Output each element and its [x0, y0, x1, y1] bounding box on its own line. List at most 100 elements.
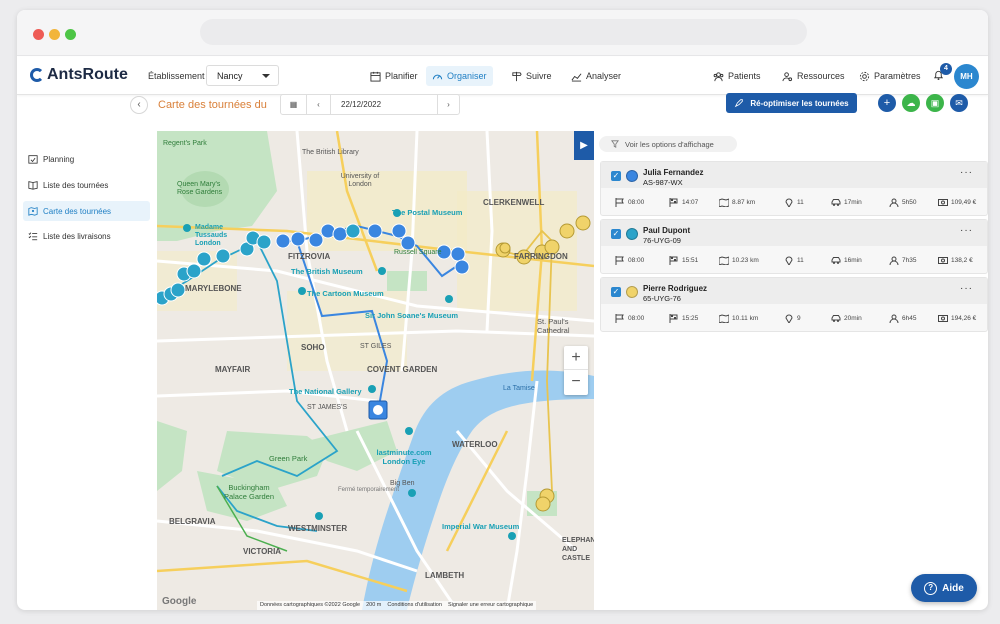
map-label: WESTMINSTER: [288, 524, 348, 533]
lock-icon[interactable]: ▣: [926, 94, 944, 112]
mail-icon[interactable]: ✉: [950, 94, 968, 112]
map-label: FARRINGDON: [514, 252, 568, 261]
tour-end-value: 14:07: [682, 199, 699, 206]
map-label: FITZROVIA: [288, 252, 331, 261]
add-button[interactable]: +: [878, 94, 896, 112]
map-label: LAMBETH: [425, 571, 465, 580]
display-options-button[interactable]: Voir les options d'affichage: [599, 136, 737, 152]
calendar-icon[interactable]: ▦: [281, 95, 307, 114]
map-label: BELGRAVIA: [169, 517, 216, 526]
users-icon: [713, 71, 724, 81]
nav-organiser[interactable]: Organiser: [426, 66, 493, 86]
sidebar-item-carte-tournees[interactable]: Carte des tournées: [23, 201, 150, 221]
nav-planifier[interactable]: Planifier: [364, 66, 424, 86]
reoptimize-button[interactable]: Ré-optimiser les tournées: [726, 93, 857, 113]
poi-label: Fermé temporairement: [338, 487, 400, 493]
browser-chrome: [17, 10, 988, 56]
nav-planifier-label: Planifier: [385, 71, 418, 81]
map-icon: [28, 207, 38, 216]
sidebar-item-liste-livraisons[interactable]: Liste des livraisons: [23, 226, 150, 246]
tour-color-dot: [626, 228, 638, 240]
more-options-icon[interactable]: ···: [960, 225, 973, 236]
car-icon: [831, 199, 841, 206]
chevron-down-icon: [262, 74, 270, 78]
zoom-out-button[interactable]: −: [564, 370, 588, 394]
map-fold-icon: [719, 256, 729, 265]
pin-icon: [785, 256, 793, 265]
tour-stops: 11: [784, 198, 804, 207]
tour-card-2[interactable]: ✓ Pierre Rodriguez 65-UYG-76 ··· 08:00 1…: [600, 277, 988, 332]
map-label: ELEPHANT AND CASTLE: [562, 537, 594, 562]
map-label: SOHO: [301, 343, 325, 352]
map-report-link[interactable]: Signaler une erreur cartographique: [448, 602, 533, 609]
sidebar-item-planning[interactable]: Planning: [23, 149, 150, 169]
map-footer: Données cartographiques ©2022 Google 200…: [257, 601, 537, 610]
top-navigation: AntsRoute Établissement Nancy Planifier …: [17, 57, 988, 95]
nav-ressources[interactable]: Ressources: [776, 66, 851, 86]
establishment-select[interactable]: Nancy: [206, 65, 279, 86]
help-button[interactable]: ? Aide: [911, 574, 977, 602]
map-toolbar: ‹ Carte des tournées du ▦ ‹ 22/12/2022 ›…: [128, 92, 971, 120]
chevron-left-icon[interactable]: ‹: [130, 96, 148, 114]
collapse-panel-button[interactable]: ▶: [574, 131, 594, 160]
next-day-button[interactable]: ›: [437, 95, 459, 114]
nav-parametres[interactable]: Paramètres: [853, 66, 927, 86]
tour-distance: 8.87 km: [719, 198, 755, 207]
sidebar-item-liste-tournees[interactable]: Liste des tournées: [23, 175, 150, 195]
nav-suivre-label: Suivre: [526, 71, 552, 81]
tour-start: 08:00: [615, 198, 644, 207]
avatar[interactable]: MH: [954, 64, 979, 89]
maximize-window-icon[interactable]: [65, 29, 76, 40]
tour-cost: 138,2 €: [938, 256, 973, 265]
minimize-window-icon[interactable]: [49, 29, 60, 40]
date-value[interactable]: 22/12/2022: [341, 100, 381, 109]
establishment-value: Nancy: [217, 71, 243, 81]
car-icon: [831, 257, 841, 264]
tour-drive-value: 16min: [844, 257, 862, 264]
poi-label: University of London: [340, 173, 380, 188]
map-terms-link[interactable]: Conditions d'utilisation: [387, 602, 442, 609]
more-options-icon[interactable]: ···: [960, 283, 973, 294]
tour-drive: 17min: [831, 198, 862, 207]
tour-cost: 194,26 €: [938, 314, 976, 323]
calendar-icon: [370, 71, 381, 82]
tour-card-0[interactable]: ✓ Julia Fernandez AS-987-WX ··· 08:00 14…: [600, 161, 988, 216]
more-options-icon[interactable]: ···: [960, 167, 973, 178]
poi-label: La Tamise: [503, 385, 535, 392]
flag-icon: [615, 314, 624, 323]
notification-badge: 4: [940, 63, 952, 75]
money-icon: [938, 199, 948, 206]
date-picker[interactable]: ▦ ‹ 22/12/2022 ›: [280, 94, 460, 115]
tour-checkbox[interactable]: ✓: [611, 229, 621, 239]
nav-patients[interactable]: Patients: [707, 66, 767, 86]
map-label: MARYLEBONE: [185, 284, 242, 293]
tour-card-1[interactable]: ✓ Paul Dupont 76-UYG-09 ··· 08:00 15:51 …: [600, 219, 988, 274]
map-label: COVENT GARDEN: [367, 365, 438, 374]
poi-label: The British Museum: [291, 267, 363, 276]
cloud-upload-icon[interactable]: ☁: [902, 94, 920, 112]
tour-name: Paul Dupont: [643, 226, 691, 235]
sidebar-item-label: Planning: [43, 154, 75, 164]
tour-drive-value: 17min: [844, 199, 862, 206]
rocket-icon: [735, 99, 744, 108]
tour-checkbox[interactable]: ✓: [611, 287, 621, 297]
app-logo[interactable]: AntsRoute: [30, 66, 128, 84]
tour-map[interactable]: CLERKENWELL FITZROVIA MARYLEBONE SOHO MA…: [157, 131, 594, 610]
nav-ressources-label: Ressources: [797, 71, 845, 81]
poi-label: Buckingham Palace Garden: [223, 483, 275, 501]
gauge-icon: [432, 74, 443, 79]
nav-patients-label: Patients: [728, 71, 761, 81]
nav-suivre[interactable]: Suivre: [505, 66, 558, 86]
url-bar[interactable]: [200, 19, 807, 45]
signpost-icon: [512, 71, 522, 81]
tour-cost: 109,49 €: [938, 198, 976, 207]
user-icon: [889, 256, 899, 265]
previous-day-button[interactable]: ‹: [307, 95, 331, 114]
close-window-icon[interactable]: [33, 29, 44, 40]
tour-name: Pierre Rodriguez: [643, 284, 708, 293]
zoom-in-button[interactable]: +: [564, 346, 588, 370]
tour-checkbox[interactable]: ✓: [611, 171, 621, 181]
filter-icon: [611, 140, 619, 148]
nav-analyser[interactable]: Analyser: [565, 66, 627, 86]
tour-start-value: 08:00: [628, 315, 645, 322]
